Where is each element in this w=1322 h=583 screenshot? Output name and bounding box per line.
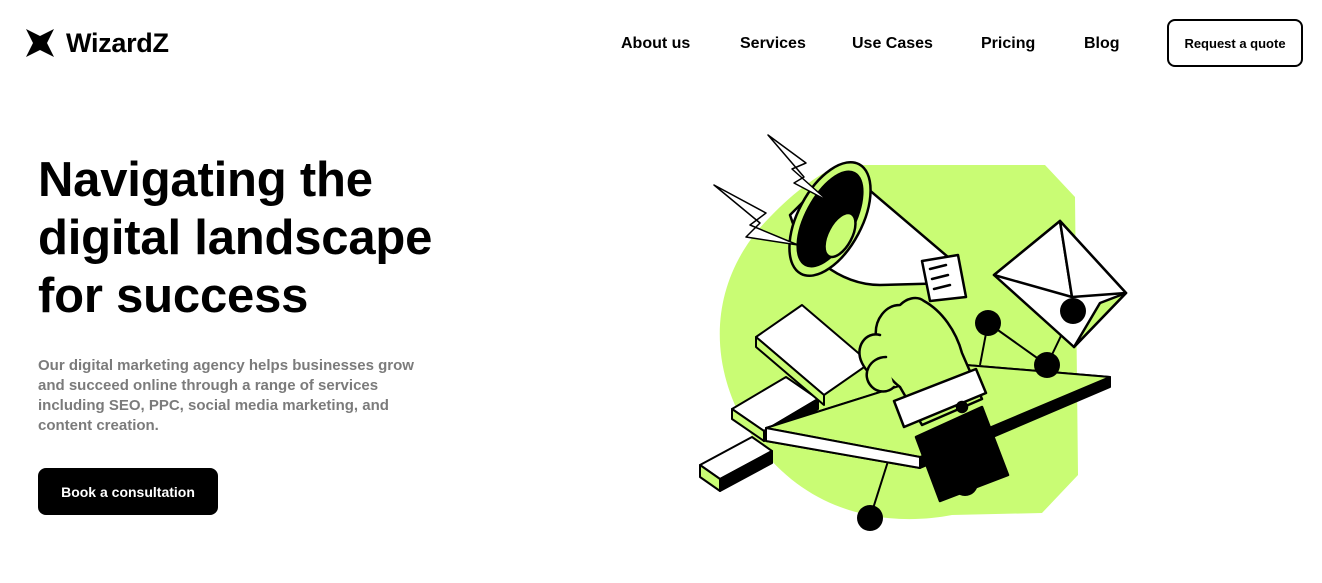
request-quote-button[interactable]: Request a quote (1167, 19, 1303, 67)
hero-description-line: including SEO, PPC, social media marketi… (38, 397, 389, 414)
hero-description-line: content creation. (38, 417, 159, 434)
hero-title-line: for success (38, 269, 309, 323)
nav-pricing[interactable]: Pricing (981, 34, 1035, 54)
hero-title-line: digital landscape (38, 211, 433, 265)
star-icon (26, 29, 54, 57)
book-consultation-button[interactable]: Book a consultation (38, 468, 218, 515)
hero-description-line: Our digital marketing agency helps busin… (38, 357, 414, 374)
nav-services[interactable]: Services (740, 34, 806, 54)
page: WizardZ About us Services Use Cases Pric… (0, 0, 1322, 583)
hero-title-line: Navigating the (38, 153, 373, 207)
hero-description-line: and succeed online through a range of se… (38, 377, 379, 394)
nav-blog[interactable]: Blog (1084, 34, 1120, 54)
hero-title: Navigating the digital landscape for suc… (38, 151, 498, 325)
logo-link[interactable]: WizardZ (26, 26, 169, 60)
nav-about-us[interactable]: About us (621, 34, 690, 54)
hero-description: Our digital marketing agency helps busin… (38, 356, 438, 436)
megaphone-illustration-svg (699, 134, 1128, 531)
plank-lower (699, 436, 773, 492)
megaphone-illustration (690, 125, 1150, 545)
nav-use-cases[interactable]: Use Cases (852, 34, 933, 54)
logo-text: WizardZ (66, 28, 169, 58)
